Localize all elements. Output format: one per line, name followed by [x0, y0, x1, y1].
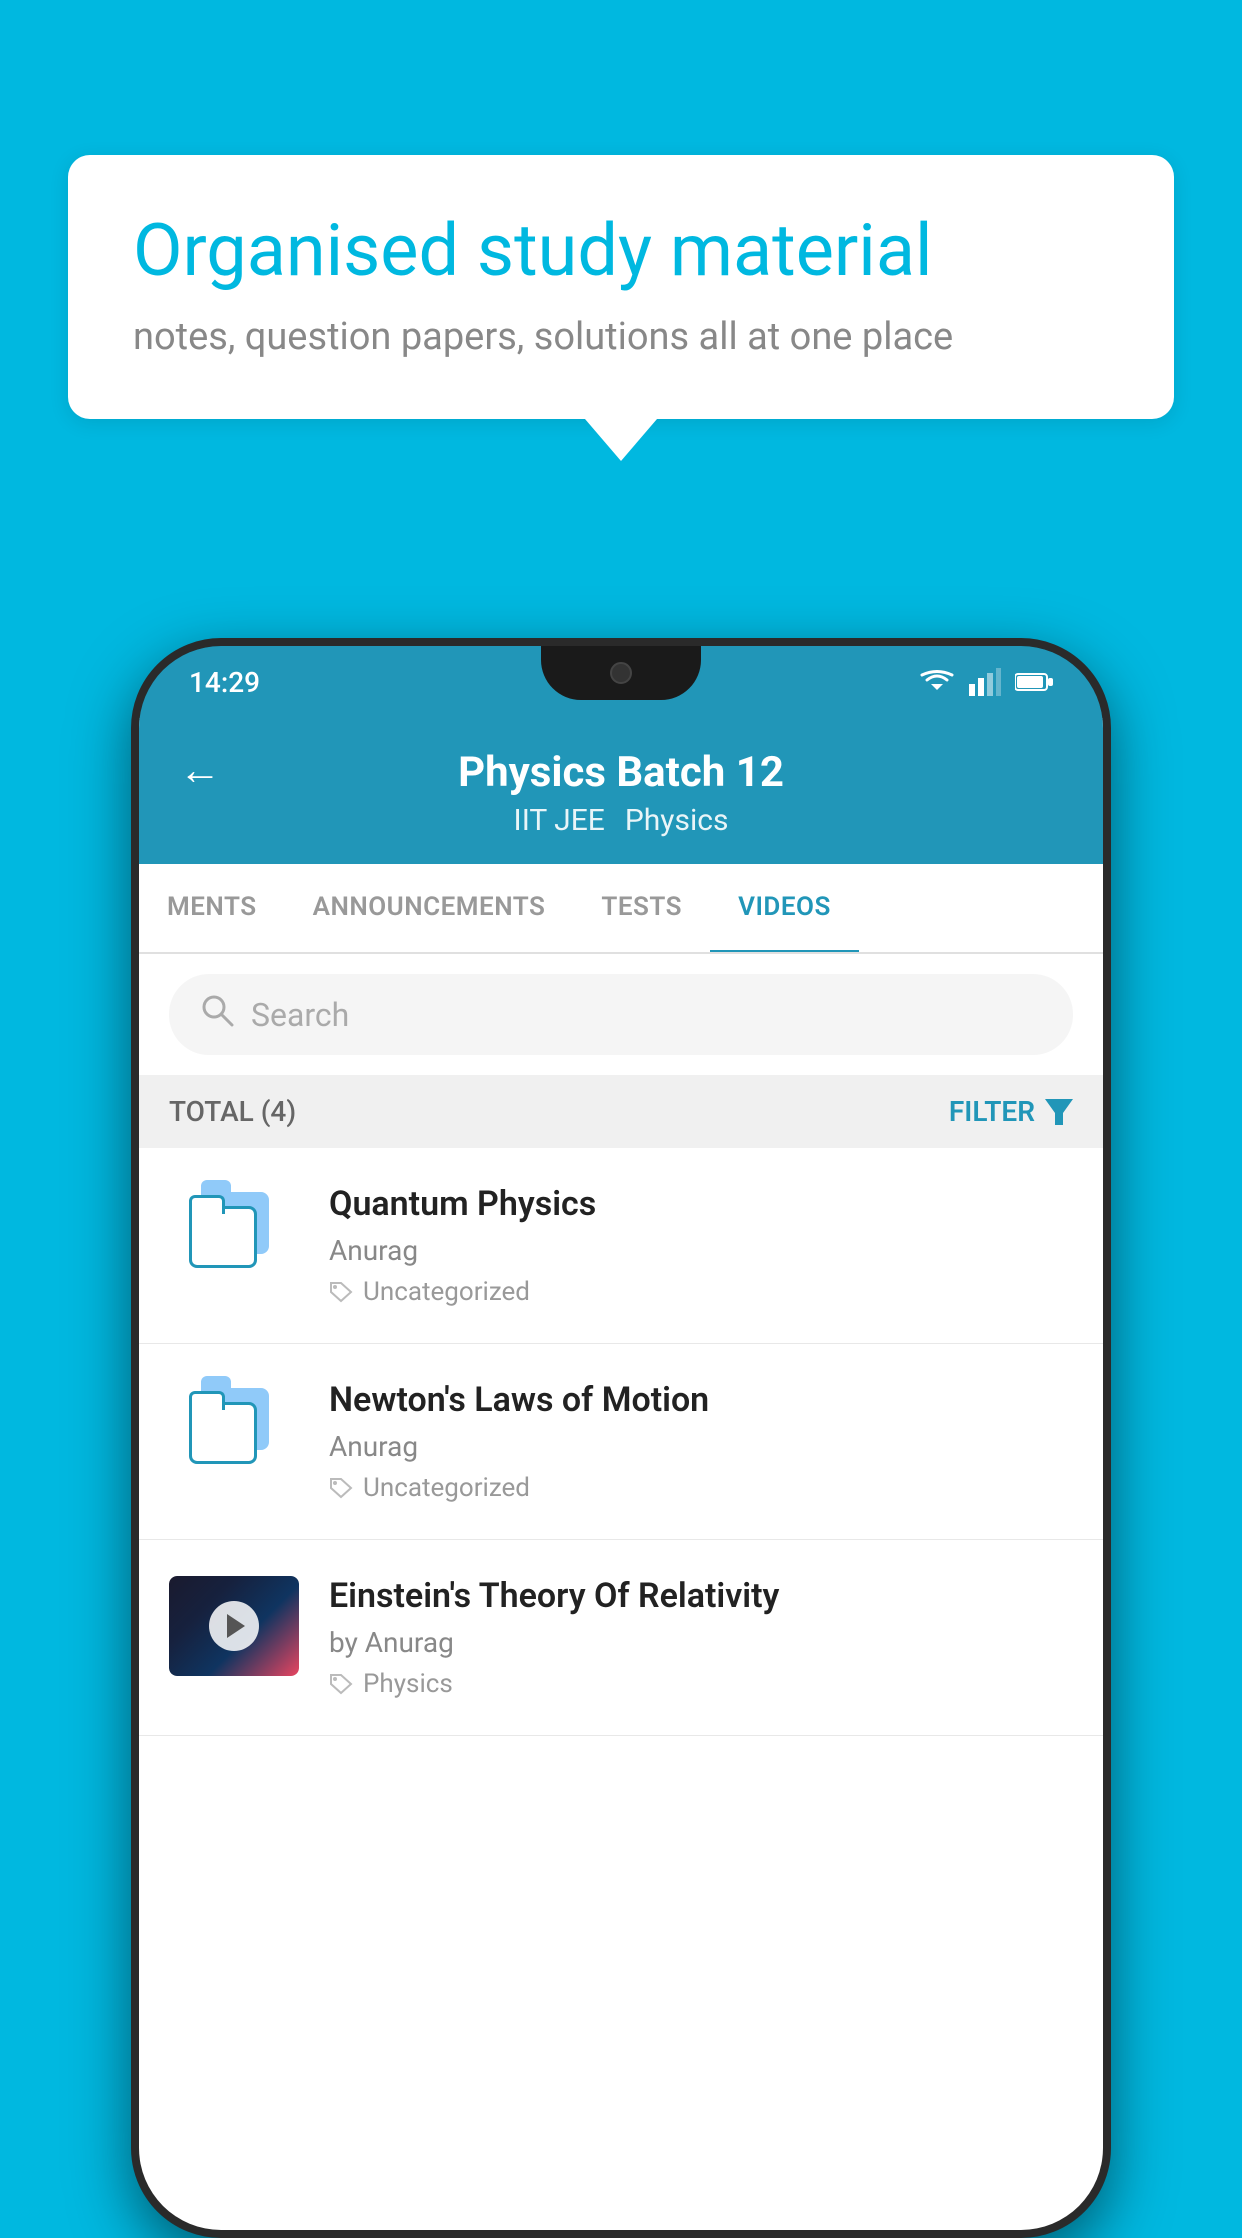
video-author-1: Anurag [329, 1234, 1073, 1267]
folder-icon-container-1 [169, 1184, 299, 1272]
video-list: Quantum Physics Anurag Uncategorized [139, 1148, 1103, 1736]
back-button[interactable]: ← [179, 746, 221, 795]
folders-wrapper-1 [189, 1192, 279, 1272]
video-info-2: Newton's Laws of Motion Anurag Uncategor… [329, 1380, 1073, 1503]
status-time: 14:29 [189, 666, 260, 699]
video-title-3: Einstein's Theory Of Relativity [329, 1576, 1073, 1616]
filter-icon [1045, 1099, 1073, 1125]
tag-text-1: Uncategorized [363, 1277, 530, 1307]
tag-icon-1 [329, 1281, 353, 1303]
folder-front-1 [189, 1206, 257, 1268]
filter-button[interactable]: FILTER [949, 1095, 1073, 1128]
search-placeholder: Search [251, 996, 349, 1034]
search-icon [199, 992, 235, 1037]
play-button-3[interactable] [209, 1601, 259, 1651]
volume-button-1 [131, 846, 137, 926]
filter-label: FILTER [949, 1095, 1035, 1128]
status-icons [919, 668, 1053, 696]
signal-icon [969, 668, 1001, 696]
folder-icon-container-2 [169, 1380, 299, 1468]
battery-icon [1015, 671, 1053, 693]
power-button [1105, 896, 1111, 1056]
video-tag-2: Uncategorized [329, 1473, 1073, 1503]
video-tag-3: Physics [329, 1669, 1073, 1699]
tag-icon-3 [329, 1673, 353, 1695]
video-item[interactable]: Newton's Laws of Motion Anurag Uncategor… [139, 1344, 1103, 1540]
tab-tests[interactable]: TESTS [573, 864, 710, 952]
phone-notch [541, 646, 701, 700]
folder-front-2 [189, 1402, 257, 1464]
video-item[interactable]: Quantum Physics Anurag Uncategorized [139, 1148, 1103, 1344]
bubble-subtitle: notes, question papers, solutions all at… [133, 315, 1109, 359]
tab-ments[interactable]: MENTS [139, 864, 285, 952]
video-tag-1: Uncategorized [329, 1277, 1073, 1307]
tag-icon-2 [329, 1477, 353, 1499]
tab-videos[interactable]: VIDEOS [710, 864, 859, 954]
wifi-icon [919, 668, 955, 696]
total-label: TOTAL (4) [169, 1095, 296, 1128]
play-triangle-3 [227, 1614, 245, 1638]
video-thumbnail-3 [169, 1576, 299, 1676]
filter-row: TOTAL (4) FILTER [139, 1075, 1103, 1148]
video-author-3: by Anurag [329, 1626, 1073, 1659]
bubble-arrow [585, 419, 657, 461]
video-info-1: Quantum Physics Anurag Uncategorized [329, 1184, 1073, 1307]
tag-text-2: Uncategorized [363, 1473, 530, 1503]
bubble-title: Organised study material [133, 210, 1109, 293]
video-title-1: Quantum Physics [329, 1184, 1073, 1224]
phone-screen: ← Physics Batch 12 IIT JEE Physics MENTS… [139, 718, 1103, 2230]
video-author-2: Anurag [329, 1430, 1073, 1463]
app-header: ← Physics Batch 12 IIT JEE Physics [139, 718, 1103, 864]
header-subtitle-2: Physics [625, 803, 729, 838]
header-subtitle-1: IIT JEE [514, 803, 605, 838]
video-item[interactable]: Einstein's Theory Of Relativity by Anura… [139, 1540, 1103, 1736]
header-subtitle: IIT JEE Physics [514, 803, 729, 838]
video-title-2: Newton's Laws of Motion [329, 1380, 1073, 1420]
folders-wrapper-2 [189, 1388, 279, 1468]
header-title: Physics Batch 12 [458, 748, 784, 797]
camera [610, 662, 632, 684]
video-info-3: Einstein's Theory Of Relativity by Anura… [329, 1576, 1073, 1699]
tab-announcements[interactable]: ANNOUNCEMENTS [285, 864, 574, 952]
tag-text-3: Physics [363, 1669, 453, 1699]
speech-bubble-card: Organised study material notes, question… [68, 155, 1174, 419]
search-container: Search [139, 954, 1103, 1075]
tab-bar: MENTS ANNOUNCEMENTS TESTS VIDEOS [139, 864, 1103, 954]
status-bar: 14:29 [139, 646, 1103, 718]
phone-frame: 14:29 [131, 638, 1111, 2238]
volume-button-2 [131, 946, 137, 1086]
search-bar[interactable]: Search [169, 974, 1073, 1055]
speech-bubble-section: Organised study material notes, question… [68, 155, 1174, 461]
